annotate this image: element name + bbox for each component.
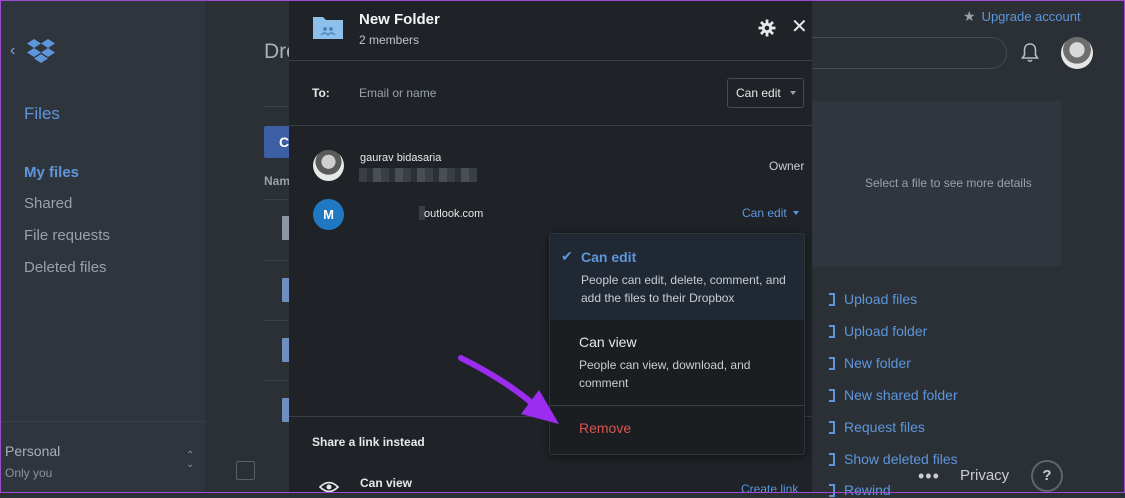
request-files-action[interactable]: Request files [829, 419, 925, 435]
help-button[interactable]: ? [1031, 460, 1063, 492]
member-email: outlook.com [424, 208, 484, 220]
dropbox-logo-icon[interactable] [26, 38, 56, 64]
modal-divider [289, 60, 812, 61]
member-avatar [313, 150, 344, 181]
invite-permission-select[interactable]: Can edit [727, 78, 804, 108]
account-switcher-icon[interactable]: ⌃ ⌄ [186, 451, 194, 470]
request-files-label: Request files [844, 419, 925, 435]
rewind-icon [829, 484, 835, 497]
shared-folder-icon [313, 17, 343, 39]
sidebar-item-file-requests[interactable]: File requests [24, 227, 110, 244]
upload-folder-label: Upload folder [844, 323, 928, 339]
account-avatar[interactable] [1061, 37, 1093, 69]
sidebar-divider [0, 421, 205, 422]
chevron-left-icon[interactable]: ‹ [10, 42, 15, 60]
invite-permission-value: Can edit [736, 86, 781, 100]
member-role-owner: Owner [769, 159, 805, 173]
modal-divider [289, 125, 812, 126]
plan-subtitle: Only you [5, 466, 53, 480]
chevron-down-icon [790, 91, 796, 95]
plan-name[interactable]: Personal [5, 443, 60, 459]
upload-folder-action[interactable]: Upload folder [829, 323, 927, 339]
modal-title: New Folder [359, 11, 440, 28]
upload-files-label: Upload files [844, 291, 918, 307]
more-options-icon[interactable]: ••• [918, 466, 940, 487]
privacy-link[interactable]: Privacy [960, 467, 1009, 484]
member-count: 2 members [359, 33, 420, 47]
menu-item-can-view-description: People can view, download, and comment [579, 358, 751, 390]
member-avatar-letter: M [313, 199, 344, 230]
new-shared-folder-action[interactable]: New shared folder [829, 387, 958, 403]
menu-item-remove[interactable]: Remove [579, 420, 631, 436]
show-deleted-files-label: Show deleted files [844, 451, 958, 467]
upload-files-icon [829, 293, 835, 306]
details-placeholder: Select a file to see more details [865, 176, 1032, 190]
select-all-checkbox[interactable] [236, 461, 255, 480]
chevron-down-icon [792, 211, 799, 215]
share-link-section-title: Share a link instead [312, 435, 425, 449]
search-input[interactable] [812, 37, 1007, 69]
menu-item-can-edit-description: People can edit, delete, comment, and ad… [581, 273, 786, 305]
to-label: To: [312, 86, 330, 100]
request-files-icon [829, 421, 835, 434]
invite-email-input[interactable] [357, 80, 721, 106]
upload-files-action[interactable]: Upload files [829, 291, 917, 307]
show-deleted-files-icon [829, 453, 835, 466]
new-folder-action[interactable]: New folder [829, 355, 911, 371]
redacted-email [359, 168, 477, 182]
menu-item-can-view-title[interactable]: Can view [579, 334, 637, 350]
annotation-arrow-icon [458, 355, 559, 424]
column-header-name[interactable]: Nam [264, 174, 290, 188]
star-icon: ★ [963, 8, 976, 24]
bell-icon[interactable] [1020, 42, 1040, 64]
member-permission-dropdown[interactable]: Can edit [742, 206, 799, 220]
sidebar-item-shared[interactable]: Shared [24, 195, 72, 212]
upload-folder-icon [829, 325, 835, 338]
sidebar-item-deleted-files[interactable]: Deleted files [24, 259, 107, 276]
upgrade-account-link[interactable]: ★ Upgrade account [963, 8, 1081, 25]
link-permission-value[interactable]: Can view [360, 476, 412, 490]
show-deleted-files-action[interactable]: Show deleted files [829, 451, 958, 467]
new-folder-icon [829, 357, 835, 370]
rewind-action[interactable]: Rewind [829, 482, 891, 498]
member-permission-value: Can edit [742, 206, 787, 220]
gear-icon[interactable] [758, 19, 776, 37]
upgrade-account-label: Upgrade account [981, 9, 1081, 24]
new-shared-folder-label: New shared folder [844, 387, 958, 403]
new-folder-label: New folder [844, 355, 911, 371]
member-name: gaurav bidasaria [360, 152, 442, 164]
menu-divider [550, 405, 804, 406]
new-shared-folder-icon [829, 389, 835, 402]
eye-icon [319, 481, 339, 493]
sidebar: ‹ Files My files Shared File requests De… [0, 0, 205, 493]
sidebar-item-my-files[interactable]: My files [24, 164, 79, 181]
close-icon[interactable]: ✕ [791, 17, 808, 37]
rewind-label: Rewind [844, 482, 891, 498]
checkmark-icon: ✔ [561, 248, 573, 264]
sidebar-section-files[interactable]: Files [24, 104, 60, 124]
menu-item-can-edit-title[interactable]: Can edit [581, 249, 636, 265]
permission-dropdown-menu: ✔ Can edit People can edit, delete, comm… [549, 233, 805, 455]
create-link-button[interactable]: Create link [741, 482, 798, 496]
